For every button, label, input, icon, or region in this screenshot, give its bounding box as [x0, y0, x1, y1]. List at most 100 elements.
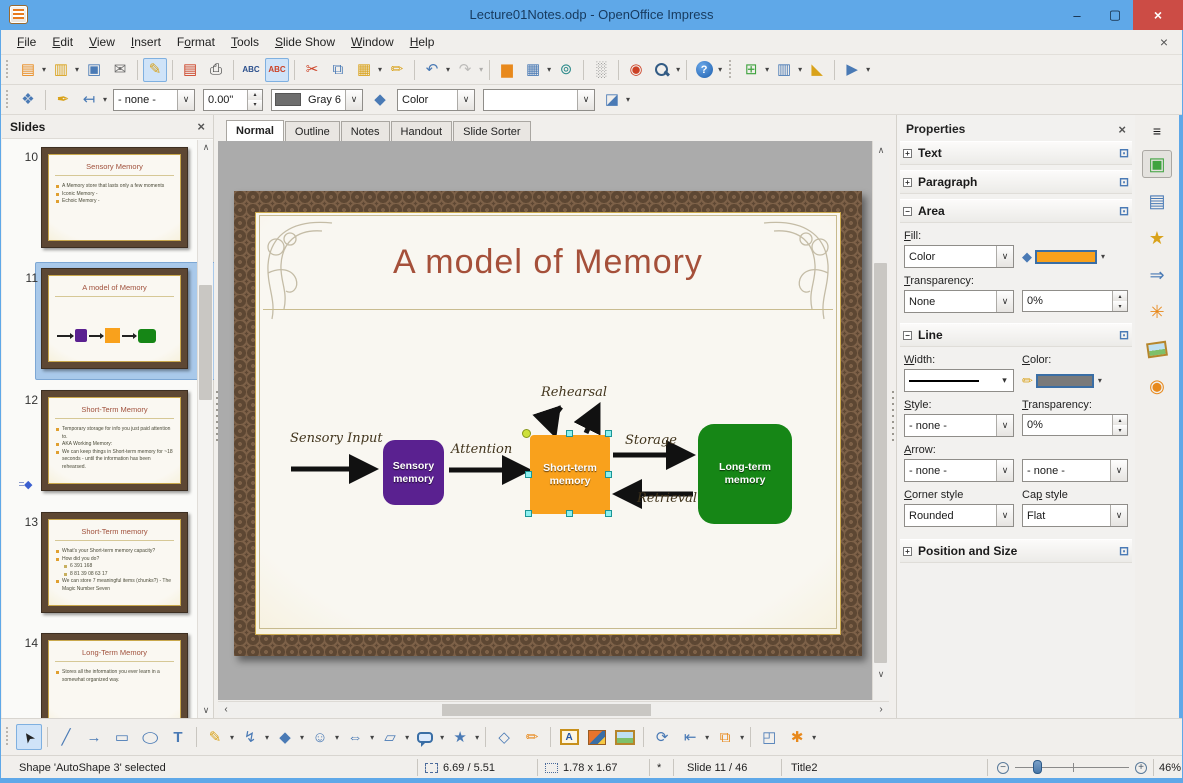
callouts-tool[interactable] — [412, 724, 438, 750]
selection-handle-bottom-right[interactable] — [605, 510, 612, 517]
arrow-tool[interactable]: → — [81, 724, 107, 750]
selection-handle-bottom[interactable] — [566, 510, 573, 517]
slides-panel-close-icon[interactable]: × — [197, 119, 205, 134]
sidebar-tab-master-pages[interactable]: ▤ — [1142, 187, 1172, 215]
spin-up-icon[interactable]: ▴ — [248, 89, 263, 100]
canvas-vertical-scrollbar[interactable]: ∧ ∨ — [872, 141, 889, 700]
paste-button[interactable]: ▦ — [352, 58, 376, 82]
flowchart-tool[interactable]: ▱ — [377, 724, 403, 750]
maximize-button[interactable]: ▢ — [1098, 0, 1132, 30]
zoom-in-icon[interactable]: + — [1135, 761, 1147, 774]
toolbar-grip[interactable] — [4, 59, 11, 80]
label-sensory-input[interactable]: Sensory Input — [290, 431, 383, 446]
ellipse-tool[interactable]: ◯ — [137, 724, 163, 750]
tab-slide-sorter[interactable]: Slide Sorter — [453, 121, 531, 141]
properties-close-icon[interactable]: × — [1118, 122, 1126, 137]
scroll-up-icon[interactable]: ∧ — [198, 140, 214, 155]
scroll-right-icon[interactable]: › — [873, 704, 889, 715]
line-color-combobox[interactable]: Gray 6 ∨ — [271, 88, 364, 111]
connector-dropdown[interactable]: ▾ — [265, 733, 269, 742]
edit-points-button[interactable]: ◇ — [491, 724, 517, 750]
menu-view[interactable]: View — [81, 32, 123, 52]
dialog-launcher-icon[interactable]: ⊡ — [1119, 544, 1129, 558]
symbol-shapes-tool[interactable]: ☺ — [307, 724, 333, 750]
spin-down-icon[interactable]: ▾ — [1113, 425, 1127, 435]
expand-icon[interactable]: + — [903, 148, 912, 158]
tab-handout[interactable]: Handout — [390, 121, 453, 141]
line-color-control[interactable]: ✏ ▾ — [1022, 369, 1128, 392]
line-tool[interactable]: ╱ — [53, 724, 79, 750]
select-tool[interactable]: ➤ — [16, 724, 42, 750]
new-slide-button[interactable]: ⊞ — [739, 58, 763, 82]
slide-layout-dropdown[interactable]: ▾ — [798, 65, 802, 74]
menu-slideshow[interactable]: Slide Show — [267, 32, 343, 52]
dialog-launcher-icon[interactable]: ⊡ — [1119, 146, 1129, 160]
tab-outline[interactable]: Outline — [284, 121, 340, 141]
combo-arrow-icon[interactable]: ∨ — [345, 89, 363, 110]
basic-shapes-tool[interactable]: ◆ — [272, 724, 298, 750]
block-arrows-tool[interactable]: ⇔ — [342, 724, 368, 750]
redo-dropdown[interactable]: ▾ — [479, 65, 483, 74]
slide-thumbnail-11[interactable]: A model of Memory — [41, 268, 188, 369]
insert-chart-button[interactable]: ▆ — [495, 58, 519, 82]
section-text[interactable]: + Text ⊡ — [900, 141, 1132, 165]
rectangle-tool[interactable]: ▭ — [109, 724, 135, 750]
slide-workspace[interactable]: A model of Memory Sensory memory Short-t… — [218, 141, 872, 700]
selection-handle-top[interactable] — [566, 430, 573, 437]
line-transparency-spinner[interactable]: 0% ▴ ▾ — [1022, 414, 1128, 436]
sidebar-tab-gallery[interactable] — [1142, 335, 1172, 363]
selection-handle-left[interactable] — [525, 471, 532, 478]
combo-arrow-icon[interactable]: ∨ — [177, 89, 195, 110]
toolbar-grip[interactable] — [4, 727, 11, 747]
collapse-icon[interactable]: − — [903, 330, 912, 340]
layout-name[interactable]: Title2 — [791, 756, 818, 779]
gallery-button[interactable] — [612, 724, 638, 750]
long-term-memory-box[interactable]: Long-term memory — [698, 424, 792, 524]
corner-style-combobox[interactable]: Rounded ∨ — [904, 504, 1014, 527]
save-button[interactable]: ▣ — [82, 58, 106, 82]
new-button[interactable]: ▤ — [16, 58, 40, 82]
menu-window[interactable]: Window — [343, 32, 402, 52]
tab-notes[interactable]: Notes — [340, 121, 390, 141]
label-storage[interactable]: Storage — [625, 433, 677, 448]
combo-arrow-icon[interactable]: ∨ — [1110, 460, 1127, 481]
spellcheck-button[interactable]: ABC — [239, 58, 263, 82]
animation-indicator-icon[interactable] — [19, 478, 38, 492]
combo-arrow-icon[interactable]: ∨ — [577, 89, 595, 110]
menu-tools[interactable]: Tools — [223, 32, 267, 52]
area-dialog-button[interactable]: ◆ — [368, 88, 392, 112]
close-document-icon[interactable]: × — [1160, 34, 1168, 50]
area-style-combobox[interactable]: Color ∨ — [397, 88, 476, 111]
expand-icon[interactable]: + — [903, 546, 912, 556]
undo-button[interactable]: ↶ — [420, 58, 444, 82]
glue-points-button[interactable]: ✏ — [519, 724, 545, 750]
scrollbar-thumb[interactable] — [442, 704, 651, 716]
slide-design-button[interactable]: ◣ — [805, 58, 829, 82]
scroll-down-icon[interactable]: ∨ — [198, 703, 214, 718]
arrow-end-combobox[interactable]: - none - ∨ — [1022, 459, 1128, 482]
zoom-out-icon[interactable]: − — [997, 761, 1009, 774]
scrollbar-thumb[interactable] — [199, 285, 212, 400]
curve-tool[interactable]: ✎ — [202, 724, 228, 750]
fontwork-gallery-button[interactable]: A — [556, 724, 582, 750]
cut-button[interactable]: ✂ — [300, 58, 324, 82]
tab-normal[interactable]: Normal — [226, 120, 284, 141]
alignment-button[interactable]: ⇤ — [677, 724, 703, 750]
drawbar-overflow[interactable]: ▾ — [812, 733, 816, 742]
slide-layout-button[interactable]: ▥ — [772, 58, 796, 82]
combo-arrow-icon[interactable]: ∨ — [996, 505, 1013, 526]
label-retrieval[interactable]: Retrieval — [637, 491, 697, 506]
slide-canvas[interactable]: A model of Memory Sensory memory Short-t… — [234, 191, 862, 656]
std-toolbar-overflow[interactable]: ▾ — [718, 65, 722, 74]
rotate-button[interactable]: ⟳ — [649, 724, 675, 750]
line-color-dropdown[interactable]: ▾ — [1098, 376, 1102, 385]
presentation-toolbar-grip[interactable] — [727, 59, 735, 80]
shadow-button[interactable]: ◪ — [600, 88, 624, 112]
slide-thumbnail-12[interactable]: Short-Term Memory Temporary storage for … — [41, 390, 188, 491]
line-style-combobox[interactable]: - none - ∨ — [113, 88, 196, 111]
scroll-left-icon[interactable]: ‹ — [218, 704, 234, 715]
menu-insert[interactable]: Insert — [123, 32, 169, 52]
combo-arrow-icon[interactable]: ▾ — [996, 370, 1013, 391]
arrange-dropdown[interactable]: ▾ — [740, 733, 744, 742]
stars-dropdown[interactable]: ▾ — [475, 733, 479, 742]
